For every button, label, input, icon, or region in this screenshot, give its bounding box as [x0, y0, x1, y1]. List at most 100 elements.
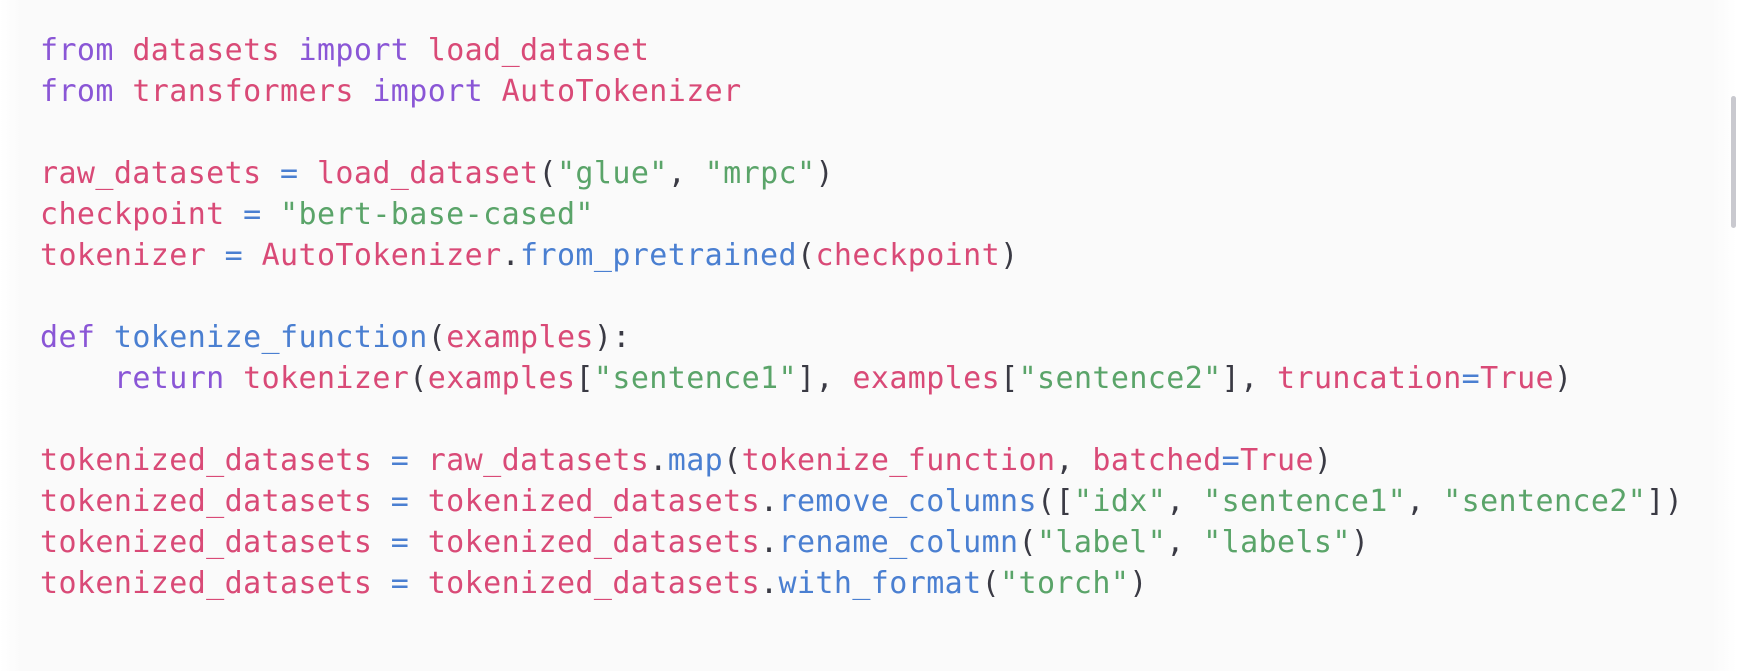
code-token-punct: [ [1055, 484, 1074, 519]
code-token-name: load_dataset [316, 156, 539, 191]
code-token-name: raw_datasets [427, 443, 650, 478]
code-token-name: tokenized_datasets [40, 443, 373, 478]
code-token-func: with_format [778, 566, 982, 601]
code-token-punct: ( [1018, 525, 1037, 560]
code-token-punct: ) [1554, 361, 1573, 396]
code-token-operator: = [1221, 443, 1241, 478]
code-token-string: "labels" [1203, 525, 1351, 560]
code-token-name: checkpoint [40, 197, 225, 232]
code-token-func: remove_columns [778, 484, 1037, 519]
code-token-operator: = [243, 197, 262, 232]
code-token-name: tokenized_datasets [427, 566, 761, 601]
code-token-name: tokenize_function [741, 443, 1056, 478]
code-token-string: "mrpc" [704, 156, 816, 191]
code-token-punct: ) [1664, 484, 1684, 519]
code-token-punct: . [501, 238, 521, 273]
code-token-name: checkpoint [815, 238, 1001, 273]
code-token-name: examples [427, 361, 576, 396]
code-token-name: AutoTokenizer [261, 238, 502, 273]
code-token-string: "bert-base-cased" [280, 197, 594, 232]
code-token-name: tokenizer [243, 361, 410, 396]
code-line: return tokenizer(examples["sentence1"], … [40, 358, 1737, 399]
code-token-punct: ] [796, 361, 816, 396]
code-block[interactable]: from datasets import load_dataset from tr… [40, 30, 1737, 604]
code-token-string: "sentence2" [1443, 484, 1647, 519]
code-token-name: raw_datasets [40, 156, 262, 191]
code-token-func: from_pretrained [520, 238, 797, 273]
code-token-operator: = [224, 238, 244, 273]
code-line: tokenized_datasets = tokenized_datasets.… [40, 522, 1737, 563]
code-token-punct: ( [1036, 484, 1056, 519]
code-line: raw_datasets = load_dataset("glue", "mrp… [40, 153, 1737, 194]
code-token-punct: ) [815, 156, 834, 191]
code-token-punct: , [667, 156, 687, 191]
code-token-name: True [1480, 361, 1554, 396]
code-line: checkpoint = "bert-base-cased" [40, 194, 1737, 235]
code-token-name: examples [852, 361, 1001, 396]
code-token-operator: = [390, 484, 410, 519]
code-token-punct: ( [427, 320, 447, 355]
code-token-operator: = [280, 156, 299, 191]
code-token-punct: ) [1000, 238, 1019, 273]
code-token-punct: [ [1000, 361, 1019, 396]
code-token-name: tokenized_datasets [40, 484, 373, 519]
code-line: tokenizer = AutoTokenizer.from_pretraine… [40, 235, 1737, 276]
code-token-punct: ) [1129, 566, 1148, 601]
code-token-string: "sentence1" [1203, 484, 1407, 519]
code-token-punct: , [1406, 484, 1425, 519]
code-line: def tokenize_function(examples): [40, 317, 1737, 358]
code-token-punct: . [760, 484, 779, 519]
code-token-name: datasets [132, 33, 281, 68]
code-token-punct: . [760, 525, 779, 560]
code-token-punct: ) [593, 320, 613, 355]
code-token-keyword: from [40, 33, 114, 68]
code-token-name: tokenized_datasets [40, 566, 373, 601]
code-token-string: "sentence1" [593, 361, 797, 396]
code-token-punct: ] [1646, 484, 1665, 519]
code-line: from datasets import load_dataset [40, 30, 1737, 71]
code-token-punct: . [760, 566, 779, 601]
code-token-operator: = [1461, 361, 1481, 396]
code-token-name: True [1240, 443, 1314, 478]
code-token-punct: . [649, 443, 668, 478]
code-token-punct: ( [538, 156, 557, 191]
code-token-punct: , [1055, 443, 1074, 478]
code-token-string: "glue" [556, 156, 668, 191]
code-token-punct: ( [723, 443, 742, 478]
code-token-punct: ] [1221, 361, 1241, 396]
code-token-punct: ) [1313, 443, 1333, 478]
vertical-scrollbar-thumb[interactable] [1731, 96, 1736, 228]
code-token-operator: = [390, 443, 410, 478]
code-token-name: load_dataset [427, 33, 650, 68]
code-token-operator: = [390, 525, 410, 560]
code-token-punct: , [1166, 525, 1185, 560]
code-token-string: "idx" [1073, 484, 1167, 519]
